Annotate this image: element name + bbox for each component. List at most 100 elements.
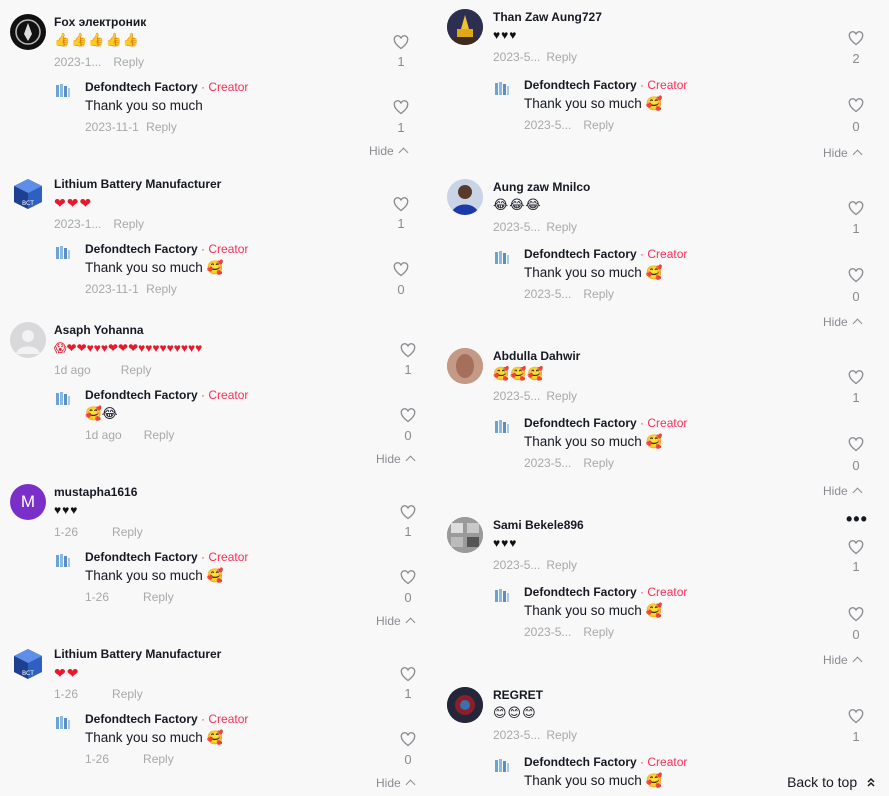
avatar[interactable]: M bbox=[10, 484, 46, 520]
like-heart-icon[interactable] bbox=[848, 437, 864, 452]
comment-username[interactable]: Than Zaw Aung727 bbox=[493, 10, 602, 24]
creator-name[interactable]: Defondtech Factory bbox=[524, 755, 637, 769]
avatar[interactable] bbox=[447, 348, 483, 384]
avatar[interactable] bbox=[10, 14, 46, 50]
like-heart-icon[interactable] bbox=[393, 262, 409, 277]
creator-name[interactable]: Defondtech Factory bbox=[524, 416, 637, 430]
avatar[interactable] bbox=[447, 517, 483, 553]
like-heart-icon[interactable] bbox=[393, 35, 409, 50]
like-heart-icon[interactable] bbox=[848, 31, 864, 46]
creator-badge: Creator bbox=[208, 242, 249, 256]
creator-name[interactable]: Defondtech Factory bbox=[85, 242, 198, 256]
like-count: 1 bbox=[404, 686, 412, 701]
chevron-up-icon bbox=[852, 149, 863, 160]
reply-button[interactable]: Reply bbox=[546, 50, 577, 64]
reply-button[interactable]: Reply bbox=[112, 525, 143, 539]
reply-emoji: 🥰 bbox=[645, 265, 663, 281]
hide-replies-button[interactable]: Hide bbox=[823, 315, 863, 329]
creator-avatar[interactable] bbox=[493, 418, 511, 436]
hide-replies-button[interactable]: Hide bbox=[369, 144, 409, 158]
comment-username[interactable]: Aung zaw Mnilco bbox=[493, 180, 590, 194]
like-heart-icon[interactable] bbox=[400, 667, 416, 682]
comment-username[interactable]: Abdulla Dahwir bbox=[493, 349, 580, 363]
creator-name[interactable]: Defondtech Factory bbox=[524, 247, 637, 261]
creator-avatar[interactable] bbox=[54, 390, 72, 408]
creator-name[interactable]: Defondtech Factory bbox=[85, 550, 198, 564]
like-heart-icon[interactable] bbox=[848, 268, 864, 283]
like-heart-icon[interactable] bbox=[400, 732, 416, 747]
reply-button[interactable]: Reply bbox=[143, 752, 174, 766]
reply-button[interactable]: Reply bbox=[546, 220, 577, 234]
creator-name[interactable]: Defondtech Factory bbox=[524, 78, 637, 92]
hide-replies-button[interactable]: Hide bbox=[376, 452, 416, 466]
avatar[interactable] bbox=[447, 179, 483, 215]
creator-avatar[interactable] bbox=[54, 714, 72, 732]
reply-button[interactable]: Reply bbox=[583, 456, 614, 470]
like-heart-icon[interactable] bbox=[400, 408, 416, 423]
creator-name[interactable]: Defondtech Factory bbox=[85, 388, 198, 402]
reply-button[interactable]: Reply bbox=[113, 217, 144, 231]
avatar[interactable]: BCT bbox=[10, 176, 46, 212]
like-count: 0 bbox=[852, 119, 860, 134]
creator-avatar[interactable] bbox=[493, 249, 511, 267]
hide-label: Hide bbox=[823, 653, 848, 667]
like-heart-icon[interactable] bbox=[393, 100, 409, 115]
like-heart-icon[interactable] bbox=[393, 197, 409, 212]
reply-button[interactable]: Reply bbox=[583, 118, 614, 132]
creator-name[interactable]: Defondtech Factory bbox=[85, 712, 198, 726]
comment-username[interactable]: REGRET bbox=[493, 688, 543, 702]
reply-button[interactable]: Reply bbox=[583, 625, 614, 639]
comment-username[interactable]: Fox электроник bbox=[54, 15, 146, 29]
hide-label: Hide bbox=[376, 776, 401, 790]
comment-meta: 1d ago Reply bbox=[54, 363, 151, 377]
like-heart-icon[interactable] bbox=[848, 98, 864, 113]
avatar[interactable] bbox=[447, 687, 483, 723]
reply-button[interactable]: Reply bbox=[583, 287, 614, 301]
reply-text: Thank you so much bbox=[85, 260, 203, 275]
hide-replies-button[interactable]: Hide bbox=[823, 146, 863, 160]
reply-button[interactable]: Reply bbox=[112, 687, 143, 701]
comment-username[interactable]: Lithium Battery Manufacturer bbox=[54, 177, 221, 191]
more-options-icon[interactable]: ••• bbox=[846, 509, 868, 530]
reply-button[interactable]: Reply bbox=[113, 55, 144, 69]
creator-avatar[interactable] bbox=[54, 82, 72, 100]
avatar[interactable] bbox=[447, 9, 483, 45]
hide-replies-button[interactable]: Hide bbox=[376, 776, 416, 790]
like-heart-icon[interactable] bbox=[400, 570, 416, 585]
reply-button[interactable]: Reply bbox=[144, 428, 175, 442]
reply-emoji: 🥰 bbox=[645, 603, 663, 619]
avatar[interactable] bbox=[10, 322, 46, 358]
creator-avatar[interactable] bbox=[493, 587, 511, 605]
reply-button[interactable]: Reply bbox=[143, 590, 174, 604]
back-to-top-button[interactable]: Back to top bbox=[787, 774, 877, 790]
like-heart-icon[interactable] bbox=[848, 370, 864, 385]
comment-date: 2023-5... bbox=[493, 50, 541, 64]
creator-name[interactable]: Defondtech Factory bbox=[524, 585, 637, 599]
reply-button[interactable]: Reply bbox=[121, 363, 152, 377]
like-heart-icon[interactable] bbox=[848, 540, 864, 555]
hide-replies-button[interactable]: Hide bbox=[823, 484, 863, 498]
like-heart-icon[interactable] bbox=[400, 343, 416, 358]
like-heart-icon[interactable] bbox=[400, 505, 416, 520]
reply-button[interactable]: Reply bbox=[146, 282, 177, 296]
hide-replies-button[interactable]: Hide bbox=[376, 614, 416, 628]
comment-username[interactable]: Sami Bekele896 bbox=[493, 518, 584, 532]
reply-button[interactable]: Reply bbox=[146, 120, 177, 134]
comment-date: 1d ago bbox=[54, 363, 91, 377]
comment-username[interactable]: Asaph Yohanna bbox=[54, 323, 144, 337]
creator-name[interactable]: Defondtech Factory bbox=[85, 80, 198, 94]
creator-avatar[interactable] bbox=[493, 80, 511, 98]
like-heart-icon[interactable] bbox=[848, 607, 864, 622]
like-heart-icon[interactable] bbox=[848, 709, 864, 724]
comment-username[interactable]: Lithium Battery Manufacturer bbox=[54, 647, 221, 661]
like-heart-icon[interactable] bbox=[848, 201, 864, 216]
reply-button[interactable]: Reply bbox=[546, 558, 577, 572]
creator-avatar[interactable] bbox=[54, 552, 72, 570]
hide-replies-button[interactable]: Hide bbox=[823, 653, 863, 667]
creator-avatar[interactable] bbox=[493, 757, 511, 775]
comment-username[interactable]: mustapha1616 bbox=[54, 485, 137, 499]
reply-button[interactable]: Reply bbox=[546, 728, 577, 742]
avatar[interactable]: BCT bbox=[10, 646, 46, 682]
creator-avatar[interactable] bbox=[54, 244, 72, 262]
reply-button[interactable]: Reply bbox=[546, 389, 577, 403]
